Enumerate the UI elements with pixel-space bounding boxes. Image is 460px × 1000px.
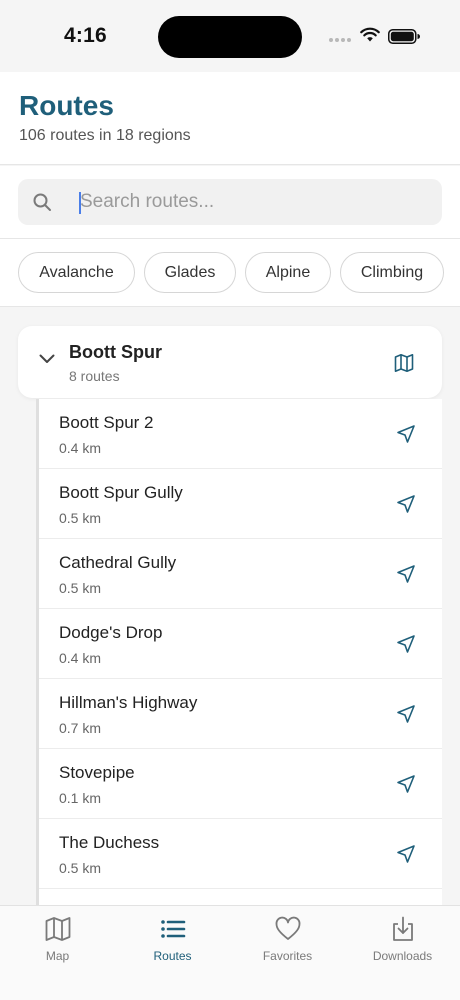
tab-downloads[interactable]: Downloads bbox=[345, 914, 460, 970]
filter-chip-alpine[interactable]: Alpine bbox=[245, 252, 331, 293]
tab-bar: Map Routes Favorites Downloads bbox=[0, 905, 460, 1000]
map-icon[interactable] bbox=[394, 353, 414, 373]
region-route-count: 8 routes bbox=[69, 368, 120, 384]
route-row[interactable]: Cathedral Gully 0.5 km bbox=[39, 539, 442, 609]
tab-map[interactable]: Map bbox=[0, 914, 115, 970]
route-name: Hillman's Highway bbox=[59, 693, 198, 712]
route-distance: 0.5 km bbox=[59, 510, 102, 526]
route-name: Stovepipe bbox=[59, 763, 135, 782]
page-header: Routes 106 routes in 18 regions bbox=[0, 72, 460, 165]
page-subtitle: 106 routes in 18 regions bbox=[19, 127, 191, 144]
region-header-boott-spur[interactable]: Boott Spur 8 routes bbox=[18, 326, 442, 398]
route-name: Cathedral Gully bbox=[59, 553, 177, 572]
search-section bbox=[0, 166, 460, 239]
route-name: Boott Spur 2 bbox=[59, 413, 154, 432]
route-distance: 0.7 km bbox=[59, 720, 102, 736]
tab-label: Map bbox=[45, 949, 70, 963]
map-icon bbox=[45, 917, 70, 941]
text-cursor bbox=[79, 192, 81, 214]
route-distance: 0.4 km bbox=[59, 650, 102, 666]
filter-chip-avalanche[interactable]: Avalanche bbox=[18, 252, 135, 293]
status-time: 4:16 bbox=[64, 24, 107, 47]
route-name: Dodge's Drop bbox=[59, 623, 163, 642]
route-row[interactable]: The Duchess 0.5 km bbox=[39, 819, 442, 889]
cellular-signal-icon bbox=[329, 38, 351, 42]
navigate-icon[interactable] bbox=[396, 424, 416, 444]
route-name: Boott Spur Gully bbox=[59, 483, 183, 502]
chevron-down-icon[interactable] bbox=[39, 354, 55, 364]
filter-chip-climbing[interactable]: Climbing bbox=[340, 252, 444, 293]
route-row[interactable]: Boott Spur 2 0.4 km bbox=[39, 399, 442, 469]
tab-routes[interactable]: Routes bbox=[115, 914, 230, 970]
navigate-icon[interactable] bbox=[396, 494, 416, 514]
tab-label: Routes bbox=[153, 949, 192, 963]
filter-chip-bar[interactable]: Avalanche Glades Alpine Climbing bbox=[0, 239, 460, 307]
route-distance: 0.5 km bbox=[59, 580, 102, 596]
route-distance: 0.5 km bbox=[59, 860, 102, 876]
list-icon bbox=[160, 920, 185, 938]
page-title: Routes bbox=[19, 90, 114, 121]
navigate-icon[interactable] bbox=[396, 634, 416, 654]
tab-label: Favorites bbox=[262, 949, 313, 963]
battery-icon bbox=[388, 29, 420, 44]
navigate-icon[interactable] bbox=[396, 844, 416, 864]
route-distance: 0.1 km bbox=[59, 790, 102, 806]
route-name: The Duchess bbox=[59, 833, 160, 852]
route-list: Boott Spur 2 0.4 km Boott Spur Gully 0.5… bbox=[36, 399, 442, 905]
navigate-icon[interactable] bbox=[396, 704, 416, 724]
status-bar: 4:16 bbox=[0, 0, 460, 72]
wifi-icon bbox=[360, 27, 380, 42]
route-row[interactable]: Boott Spur Gully 0.5 km bbox=[39, 469, 442, 539]
route-row[interactable]: Dodge's Drop 0.4 km bbox=[39, 609, 442, 679]
dynamic-island bbox=[158, 16, 302, 58]
route-row[interactable]: Hillman's Highway 0.7 km bbox=[39, 679, 442, 749]
heart-icon bbox=[275, 916, 300, 940]
routes-list-area[interactable]: Boott Spur 8 routes Boott Spur 2 0.4 km … bbox=[0, 308, 460, 905]
filter-chip-glades[interactable]: Glades bbox=[144, 252, 236, 293]
search-box[interactable] bbox=[18, 179, 442, 225]
navigate-icon[interactable] bbox=[396, 564, 416, 584]
search-icon bbox=[33, 193, 51, 211]
tab-label: Downloads bbox=[372, 949, 433, 963]
download-icon bbox=[392, 916, 413, 941]
route-distance: 0.4 km bbox=[59, 440, 102, 456]
search-input[interactable] bbox=[80, 179, 420, 225]
region-name: Boott Spur bbox=[69, 342, 162, 362]
tab-favorites[interactable]: Favorites bbox=[230, 914, 345, 970]
route-row[interactable]: Stovepipe 0.1 km bbox=[39, 749, 442, 819]
route-row-partial[interactable] bbox=[39, 889, 442, 905]
navigate-icon[interactable] bbox=[396, 774, 416, 794]
